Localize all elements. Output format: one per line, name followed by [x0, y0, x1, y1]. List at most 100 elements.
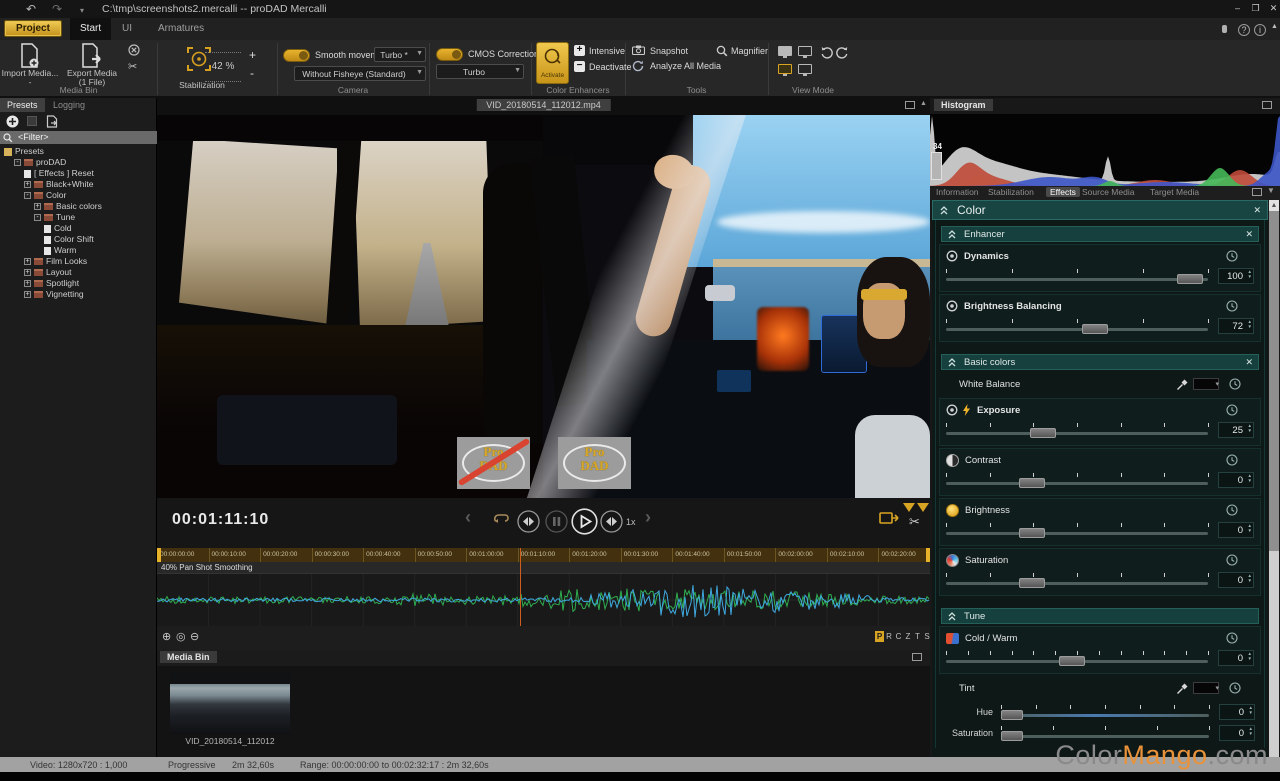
- tab-armatures[interactable]: Armatures: [148, 18, 214, 40]
- playhead[interactable]: [520, 548, 521, 626]
- keyframe-clock-icon[interactable]: [1226, 404, 1238, 416]
- tree-item-cold[interactable]: Cold: [0, 223, 157, 234]
- stabilization-plus-button[interactable]: +: [249, 48, 256, 62]
- preview-collapse-icon[interactable]: ▲: [920, 100, 927, 107]
- tune-header[interactable]: Tune: [941, 608, 1259, 624]
- slider-handle[interactable]: [1059, 656, 1085, 666]
- slider-handle[interactable]: [1019, 578, 1045, 588]
- enhancer-header[interactable]: Enhancer✕: [941, 226, 1259, 242]
- magnifier-button[interactable]: Magnifier: [731, 46, 768, 56]
- pause-button[interactable]: [545, 510, 568, 533]
- keyframe-clock-icon[interactable]: [1226, 632, 1238, 644]
- play-button[interactable]: [571, 508, 598, 535]
- collapse-ribbon-icon[interactable]: ▲: [1271, 23, 1278, 30]
- intensive-button[interactable]: Intensive: [589, 46, 625, 56]
- rotate-left-icon[interactable]: [820, 46, 833, 59]
- zoom-in-icon[interactable]: ⊕: [162, 630, 171, 643]
- saturation-slider[interactable]: [1001, 726, 1209, 741]
- timeline-mode-t[interactable]: T: [913, 631, 922, 642]
- spin-arrows-icon[interactable]: ▲▼: [1249, 705, 1253, 715]
- enable-toggle-icon[interactable]: [946, 250, 958, 262]
- tab-logging[interactable]: Logging: [46, 98, 92, 112]
- scissors-icon[interactable]: ✂: [128, 60, 137, 73]
- brightness-balancing-slider[interactable]: [946, 319, 1208, 334]
- zoom-fit-icon[interactable]: ◎: [176, 630, 186, 643]
- analyze-all-media-button[interactable]: Analyze All Media: [650, 61, 721, 71]
- dynamics-slider[interactable]: [946, 269, 1208, 284]
- view-mode-single-icon[interactable]: [778, 46, 792, 56]
- tree-item-tune[interactable]: -Tune: [0, 212, 157, 223]
- slider-handle[interactable]: [1001, 710, 1023, 720]
- expand-icon[interactable]: +: [24, 258, 31, 265]
- histogram-marker[interactable]: [931, 152, 942, 180]
- loop-icon[interactable]: [493, 512, 509, 524]
- timeline-mode-p[interactable]: P: [875, 631, 884, 642]
- histogram-tab[interactable]: Histogram: [934, 99, 993, 111]
- exposure-slider[interactable]: [946, 423, 1208, 438]
- tree-item-spotlight[interactable]: +Spotlight: [0, 278, 157, 289]
- stabilization-percent[interactable]: 42 %: [205, 52, 241, 82]
- magnifier-icon[interactable]: [716, 45, 728, 57]
- timeline-mode-r[interactable]: R: [885, 631, 894, 642]
- timeline-mode-c[interactable]: C: [894, 631, 903, 642]
- expand-icon[interactable]: +: [24, 181, 31, 188]
- keyframe-clock-icon[interactable]: [1226, 250, 1238, 262]
- cmos-mode-dropdown[interactable]: Turbo▼: [436, 64, 524, 79]
- eyedropper-icon[interactable]: [1176, 682, 1189, 695]
- tree-item-layout[interactable]: +Layout: [0, 267, 157, 278]
- expand-icon[interactable]: +: [24, 291, 31, 298]
- scroll-up-arrow[interactable]: ▲: [1269, 200, 1279, 211]
- media-bin-tab[interactable]: Media Bin: [160, 651, 217, 663]
- smooth-mode-dropdown[interactable]: Turbo *▼: [374, 47, 426, 62]
- tree-item-film-looks[interactable]: +Film Looks: [0, 256, 157, 267]
- brightness-balancing-value[interactable]: 72▲▼: [1218, 318, 1254, 334]
- stabilization-minus-button[interactable]: -: [250, 66, 254, 80]
- snapshot-icon[interactable]: [632, 45, 645, 55]
- tab-start[interactable]: Start: [70, 18, 111, 40]
- panel-layout-icon[interactable]: [1252, 188, 1262, 196]
- keyframe-clock-icon[interactable]: [1226, 504, 1238, 516]
- keyframe-clock-icon[interactable]: [1226, 300, 1238, 312]
- collapse-icon[interactable]: [947, 357, 957, 367]
- import-media-icon[interactable]: [18, 43, 42, 69]
- histogram-maximize-icon[interactable]: [1262, 101, 1272, 109]
- enable-toggle-icon[interactable]: [946, 300, 958, 312]
- slider-handle[interactable]: [1019, 478, 1045, 488]
- inspector-tab-effects[interactable]: Effects: [1046, 187, 1080, 197]
- inspector-tab-stabilization[interactable]: Stabilization: [988, 187, 1034, 197]
- white-balance-color-swatch[interactable]: [1193, 378, 1219, 390]
- maximize-button[interactable]: ❐: [1248, 2, 1263, 15]
- activate-button[interactable]: Activate: [536, 42, 569, 84]
- expand-icon[interactable]: +: [24, 280, 31, 287]
- slider-handle[interactable]: [1177, 274, 1203, 284]
- cmos-correction-toggle[interactable]: [436, 48, 463, 61]
- analyze-icon[interactable]: [632, 60, 644, 72]
- tab-project[interactable]: Project: [4, 20, 62, 37]
- collapse-icon[interactable]: [947, 611, 957, 621]
- rotate-right-icon[interactable]: [836, 46, 849, 59]
- view-mode-full-icon[interactable]: [798, 46, 812, 56]
- collapse-icon[interactable]: -: [14, 159, 21, 166]
- expand-icon[interactable]: +: [34, 203, 41, 210]
- expand-icon[interactable]: +: [24, 269, 31, 276]
- skip-to-start-button[interactable]: [517, 510, 540, 533]
- cut-scissors-icon[interactable]: ✂: [909, 514, 920, 530]
- tree-item-presets[interactable]: Presets: [0, 146, 157, 157]
- tree-item-black-white[interactable]: +Black+White: [0, 179, 157, 190]
- contrast-slider[interactable]: [946, 473, 1208, 488]
- close-section-icon[interactable]: ✕: [1253, 205, 1261, 216]
- saturation-value[interactable]: 0▲▼: [1219, 725, 1255, 741]
- zoom-out-icon[interactable]: ⊖: [190, 630, 199, 643]
- skip-to-end-button[interactable]: [600, 510, 623, 533]
- preset-filter[interactable]: <Filter>: [0, 131, 157, 144]
- color-section-header[interactable]: Color✕: [932, 200, 1268, 220]
- deactivate-button[interactable]: Deactivate: [589, 62, 632, 72]
- spin-arrows-icon[interactable]: ▲▼: [1248, 651, 1252, 661]
- inspector-scrollbar[interactable]: ▲ ▼: [1269, 200, 1279, 781]
- inspector-tab-target-media[interactable]: Target Media: [1150, 187, 1199, 197]
- video-preview[interactable]: ProDAD ProDAD: [157, 115, 930, 498]
- cold-warm-value[interactable]: 0▲▼: [1218, 650, 1254, 666]
- inspector-tab-source-media[interactable]: Source Media: [1082, 187, 1134, 197]
- snapshot-button[interactable]: Snapshot: [650, 46, 688, 56]
- close-icon[interactable]: ✕: [1245, 229, 1253, 240]
